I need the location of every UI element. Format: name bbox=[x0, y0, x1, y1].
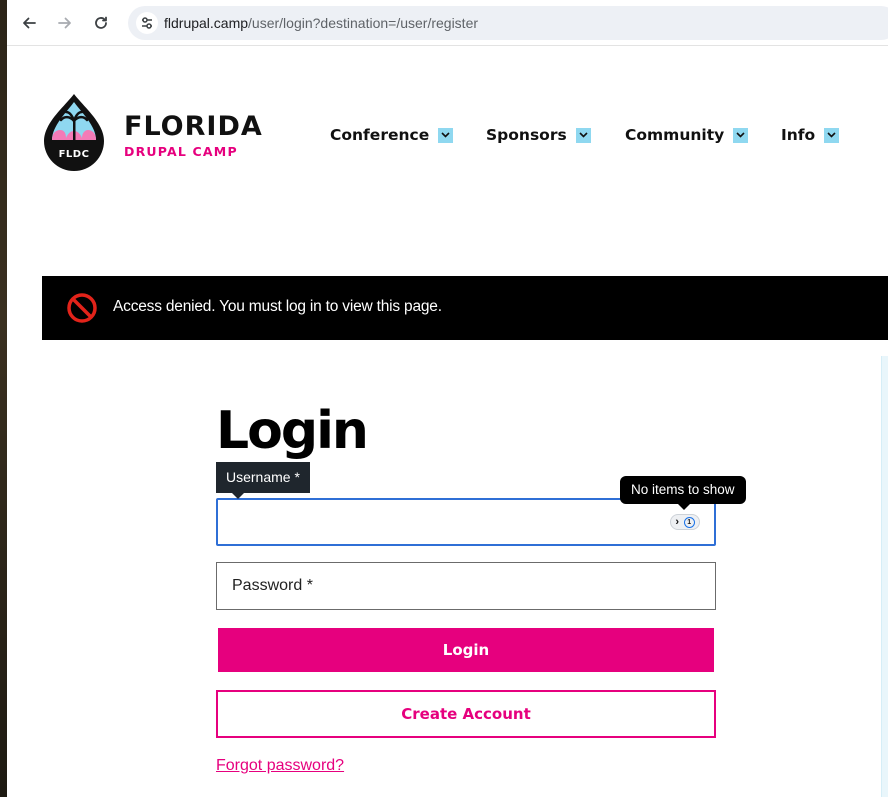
site-settings-icon[interactable] bbox=[136, 12, 158, 34]
url-host: fldrupal.camp bbox=[164, 15, 249, 31]
logo-title[interactable]: FLORIDA bbox=[124, 113, 263, 140]
chevron-right-icon: › bbox=[675, 515, 679, 528]
nav-item-label: Sponsors bbox=[486, 126, 567, 144]
nav-item-label: Community bbox=[625, 126, 725, 144]
chevron-down-icon[interactable] bbox=[575, 127, 591, 143]
url-text: fldrupal.camp/user/login?destination=/us… bbox=[164, 15, 478, 31]
alert-message: Access denied. You must log in to view t… bbox=[113, 298, 442, 315]
page: fldrupal.camp/user/login?destination=/us… bbox=[0, 0, 888, 797]
chevron-down-icon[interactable] bbox=[733, 127, 749, 143]
page-title: Login bbox=[216, 401, 369, 461]
forgot-password-link[interactable]: Forgot password? bbox=[216, 757, 344, 775]
chevron-down-icon[interactable] bbox=[438, 127, 454, 143]
arrow-left-icon bbox=[23, 17, 36, 29]
sidebar-edge bbox=[881, 356, 888, 797]
forward-button[interactable] bbox=[52, 10, 78, 36]
reload-button[interactable] bbox=[88, 10, 114, 36]
nav-item-sponsors[interactable]: Sponsors bbox=[486, 124, 591, 146]
url-path: /user/login?destination=/user/register bbox=[248, 15, 479, 31]
logo-badge-text: FLDC bbox=[58, 149, 90, 160]
desktop-edge bbox=[0, 0, 7, 797]
nav-item-conference[interactable]: Conference bbox=[330, 124, 454, 146]
login-button[interactable]: Login bbox=[218, 628, 714, 672]
nav-item-label: Info bbox=[781, 126, 816, 144]
access-denied-alert: Access denied. You must log in to view t… bbox=[42, 276, 888, 340]
password-manager-tooltip: No items to show bbox=[620, 476, 746, 510]
username-input[interactable]: › 1 bbox=[216, 498, 716, 546]
password-input[interactable]: Password * bbox=[216, 562, 716, 610]
address-bar[interactable]: fldrupal.camp/user/login?destination=/us… bbox=[128, 6, 888, 40]
logo-subtitle: DRUPAL CAMP bbox=[124, 144, 238, 159]
password-placeholder: Password * bbox=[232, 577, 313, 594]
username-label: Username * bbox=[216, 462, 310, 499]
password-manager-icon[interactable]: › 1 bbox=[670, 514, 700, 530]
onepassword-icon: 1 bbox=[683, 516, 695, 528]
fldc-logo-icon[interactable] bbox=[42, 93, 106, 173]
browser-toolbar: fldrupal.camp/user/login?destination=/us… bbox=[7, 0, 888, 46]
back-button[interactable] bbox=[16, 10, 42, 36]
nav-item-info[interactable]: Info bbox=[781, 124, 840, 146]
nav-item-label: Conference bbox=[330, 126, 430, 144]
ban-icon bbox=[67, 293, 97, 323]
nav-item-community[interactable]: Community bbox=[625, 124, 749, 146]
arrow-right-icon bbox=[58, 17, 71, 29]
reload-icon bbox=[95, 16, 107, 29]
create-account-button[interactable]: Create Account bbox=[216, 690, 716, 738]
chevron-down-icon[interactable] bbox=[824, 127, 840, 143]
